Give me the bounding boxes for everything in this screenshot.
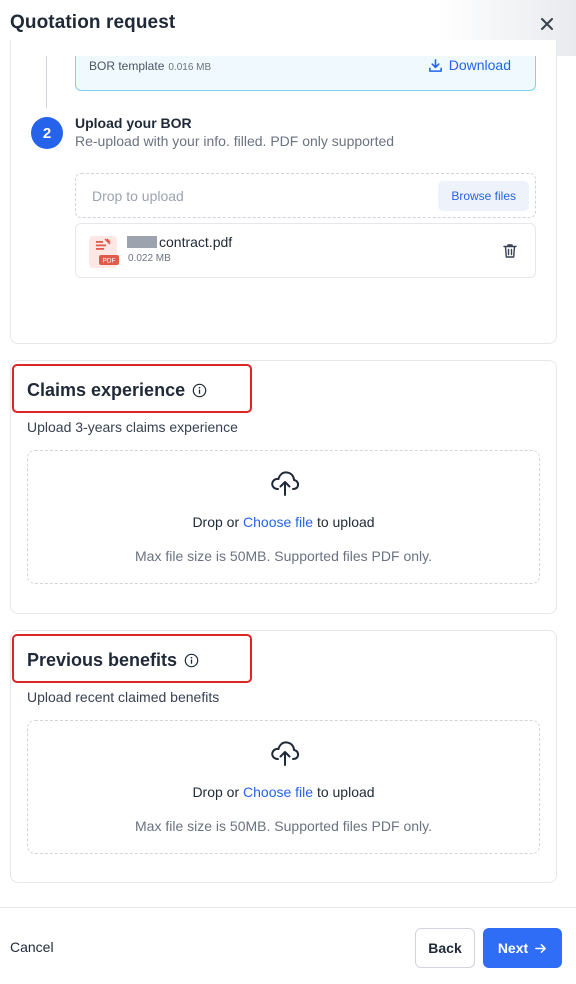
upload-note: Max file size is 50MB. Supported files P… bbox=[135, 548, 432, 564]
choose-file-link[interactable]: Choose file bbox=[243, 784, 313, 800]
back-button[interactable]: Back bbox=[415, 928, 475, 968]
redacted-block bbox=[127, 236, 157, 248]
info-icon[interactable] bbox=[184, 653, 199, 668]
choose-file-link[interactable]: Choose file bbox=[243, 514, 313, 530]
browse-files-button[interactable]: Browse files bbox=[438, 181, 529, 211]
svg-text:PDF: PDF bbox=[103, 258, 116, 265]
step-title: Upload your BOR bbox=[75, 115, 192, 131]
claims-card: Claims experience Upload 3-years claims … bbox=[10, 360, 557, 614]
download-label: Download bbox=[448, 57, 511, 73]
upload-note: Max file size is 50MB. Supported files P… bbox=[135, 818, 432, 834]
file-size: 0.022 MB bbox=[128, 253, 171, 264]
next-label: Next bbox=[497, 940, 529, 956]
template-label: BOR template bbox=[89, 59, 165, 73]
bor-template-box: BOR template 0.016 MB Download bbox=[75, 56, 536, 91]
benefits-upload-zone[interactable]: Drop or Choose file to upload Max file s… bbox=[27, 720, 540, 854]
step-connector bbox=[46, 56, 47, 108]
claims-upload-zone[interactable]: Drop or Choose file to upload Max file s… bbox=[27, 450, 540, 584]
cloud-upload-icon bbox=[271, 741, 300, 766]
upload-instruction: Drop or Choose file to upload bbox=[192, 784, 375, 800]
step-subtitle: Re-upload with your info. filled. PDF on… bbox=[75, 133, 395, 149]
benefits-card: Previous benefits Upload recent claimed … bbox=[10, 630, 557, 883]
section-title: Previous benefits bbox=[27, 650, 178, 670]
upload-instruction: Drop or Choose file to upload bbox=[192, 514, 375, 530]
download-button[interactable]: Download bbox=[428, 57, 511, 73]
modal-title: Quotation request bbox=[10, 12, 176, 33]
next-button[interactable]: Next bbox=[483, 928, 562, 968]
info-icon[interactable] bbox=[192, 383, 207, 398]
cancel-button[interactable]: Cancel bbox=[10, 939, 54, 955]
file-name: contract.pdf bbox=[159, 234, 233, 250]
close-button[interactable] bbox=[536, 13, 558, 35]
cloud-upload-icon bbox=[271, 471, 300, 496]
footer-divider bbox=[0, 907, 576, 908]
close-icon bbox=[541, 18, 553, 30]
template-size: 0.016 MB bbox=[168, 62, 212, 73]
arrow-right-icon bbox=[535, 943, 547, 953]
pdf-file-icon: PDF bbox=[89, 236, 119, 268]
section-title: Claims experience bbox=[27, 380, 186, 400]
step-number-badge: 2 bbox=[31, 117, 63, 149]
section-subtitle: Upload recent claimed benefits bbox=[27, 689, 220, 705]
trash-icon[interactable] bbox=[501, 242, 519, 260]
bor-drop-zone[interactable]: Drop to upload Browse files bbox=[75, 173, 536, 218]
section-subtitle: Upload 3-years claims experience bbox=[27, 419, 238, 435]
uploaded-file-row: PDF contract.pdf 0.022 MB bbox=[75, 223, 536, 278]
download-icon bbox=[428, 58, 442, 72]
drop-placeholder: Drop to upload bbox=[92, 188, 184, 204]
